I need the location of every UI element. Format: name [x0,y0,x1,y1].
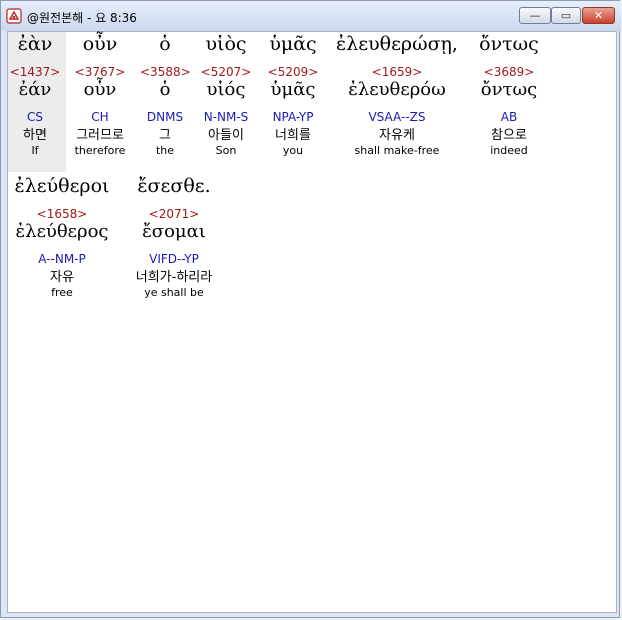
lemma: ὁ [159,79,171,100]
word-column[interactable]: ἐὰν <1437> ἐάν CS 하면 If [9,32,61,159]
lemma: ἐάν [18,79,52,100]
english-gloss: If [31,144,39,157]
word-column[interactable]: υἱὸς <5207> υἱός N-NM-S 아들이 Son [194,32,258,159]
title-bar[interactable]: @원전본해 - 요 8:36 — ▭ ✕ [1,1,621,31]
close-icon: ✕ [593,9,604,22]
word-column[interactable]: ὑμᾶς <5209> ὑμᾶς NPA-YP 너희를 you [262,32,324,159]
lemma: ὄντως [480,79,538,100]
word-column[interactable]: οὖν <3767> οὖν CH 그러므로 therefore [64,32,136,159]
word-column[interactable]: ἐλευθερώσῃ, <1659> ἐλευθερόω VSAA--ZS 자유… [328,32,466,159]
word-column[interactable]: ἐλεύθεροι <1658> ἐλεύθερος A--NM-P 자유 fr… [9,174,115,301]
greek-word: ὄντως [479,33,539,55]
interlinear-panel[interactable]: ἐὰν <1437> ἐάν CS 하면 If οὖν <3767> οὖν C… [7,31,617,613]
word-column[interactable]: ὁ <3588> ὁ DNMS 그 the [140,32,191,159]
parse-code: A--NM-P [38,252,86,266]
parse-code: NPA-YP [272,110,314,124]
greek-word: ἔσεσθε. [137,175,211,197]
english-gloss: indeed [490,144,528,157]
parse-code: DNMS [146,110,184,124]
lemma: ἐλεύθερος [15,221,109,242]
parse-code: AB [500,110,518,124]
app-window: @원전본해 - 요 8:36 — ▭ ✕ ἐὰν <1437> ἐάν CS 하… [0,0,621,618]
parse-code: N-NM-S [203,110,249,124]
english-gloss: therefore [74,144,126,157]
english-gloss: Son [215,144,237,157]
minimize-icon: — [529,9,541,22]
english-gloss: ye shall be [144,286,204,299]
word-column[interactable]: ὄντως <3689> ὄντως AB 참으로 indeed [470,32,548,159]
parse-code: VIFD--YP [149,252,199,266]
parse-code: CS [27,110,43,124]
word-column[interactable]: ἔσεσθε. <2071> ἔσομαι VIFD--YP 너희가-하리라 y… [118,174,230,301]
lemma: ὑμᾶς [270,79,316,100]
lemma: ἔσομαι [142,221,206,242]
lemma: υἱός [206,79,246,100]
greek-word: ὑμᾶς [269,33,317,55]
maximize-button[interactable]: ▭ [551,7,581,24]
greek-word: ἐὰν [17,33,53,55]
greek-word: ὁ [159,33,171,55]
english-gloss: shall make-free [354,144,440,157]
greek-word: οὖν [82,33,118,55]
english-gloss: the [155,144,175,157]
maximize-icon: ▭ [560,9,572,22]
lemma: ἐλευθερόω [348,79,446,100]
close-button[interactable]: ✕ [582,7,615,24]
parse-code: CH [91,110,109,124]
greek-word: ἐλεύθεροι [14,175,110,197]
minimize-button[interactable]: — [519,7,551,24]
greek-word: υἱὸς [205,33,247,55]
app-logo-icon [6,8,22,24]
parse-code: VSAA--ZS [368,110,426,124]
english-gloss: you [282,144,304,157]
english-gloss: free [51,286,73,299]
lemma: οὖν [83,79,117,100]
greek-word: ἐλευθερώσῃ, [336,33,458,55]
window-title: @원전본해 - 요 8:36 [27,11,137,25]
